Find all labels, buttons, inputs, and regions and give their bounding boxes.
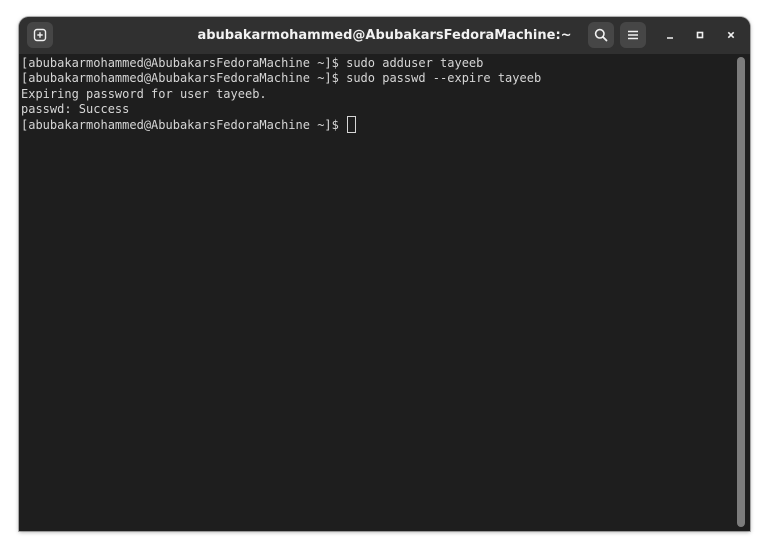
maximize-icon [696,31,704,39]
close-button[interactable] [720,24,742,46]
terminal-prompt: [abubakarmohammed@AbubakarsFedoraMachine… [21,118,347,132]
search-icon [594,28,608,42]
main-menu-button[interactable] [620,22,646,48]
terminal-line: [abubakarmohammed@AbubakarsFedoraMachine… [21,71,542,85]
new-tab-icon [33,28,47,42]
hamburger-menu-icon [628,30,638,40]
terminal-line: Expiring password for user tayeeb. [21,87,267,101]
scrollbar[interactable] [737,57,745,527]
terminal-line: [abubakarmohammed@AbubakarsFedoraMachine… [21,56,484,70]
new-tab-button[interactable] [27,22,53,48]
terminal-output[interactable]: [abubakarmohammed@AbubakarsFedoraMachine… [19,54,750,531]
minimize-button[interactable] [659,24,681,46]
search-button[interactable] [588,22,614,48]
text-cursor [347,116,357,133]
terminal-prompt-line: [abubakarmohammed@AbubakarsFedoraMachine… [21,116,357,133]
terminal-window: abubakarmohammed@AbubakarsFedoraMachine:… [19,17,750,531]
close-icon [727,31,735,39]
header-bar[interactable]: abubakarmohammed@AbubakarsFedoraMachine:… [19,17,750,54]
maximize-button[interactable] [689,24,711,46]
minimize-icon [667,37,673,39]
terminal-line: passwd: Success [21,102,130,116]
